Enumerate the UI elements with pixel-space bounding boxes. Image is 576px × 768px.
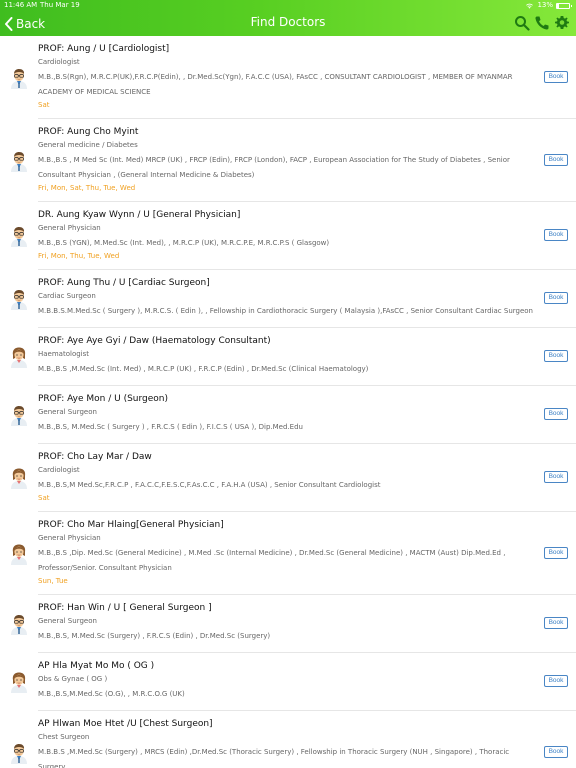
male-doctor-icon	[8, 742, 30, 764]
book-button[interactable]: Book	[544, 350, 568, 362]
doctor-row[interactable]: PROF: Cho Lay Mar / Daw Cardiologist M.B…	[11, 444, 576, 512]
doctor-qualifications: M.B.,B.S(Rgn), M.R.C.P(UK),F.R.C.P(Edin)…	[38, 73, 513, 96]
doctor-name: AP Hla Myat Mo Mo ( OG )	[38, 661, 155, 671]
doctor-row[interactable]: AP Hla Myat Mo Mo ( OG ) Obs & Gynae ( O…	[11, 653, 576, 711]
battery-percent: 13%	[537, 1, 553, 9]
doctor-name: PROF: Aye Aye Gyi / Daw (Haematology Con…	[38, 336, 271, 346]
doctor-row[interactable]: AP Hlwan Moe Htet /U [Chest Surgeon] Che…	[11, 711, 576, 768]
book-button[interactable]: Book	[544, 675, 568, 687]
doctor-qualifications: M.B.,B.S,M.Med.Sc (O.G), , M.R.C.O.G (UK…	[38, 690, 185, 698]
book-button[interactable]: Book	[544, 70, 568, 83]
search-button[interactable]	[514, 15, 530, 31]
doctor-row[interactable]: PROF: Aye Mon / U (Surgeon) General Surg…	[11, 386, 576, 444]
male-doctor-icon	[8, 404, 30, 426]
doctor-row[interactable]: PROF: Han Win / U [ General Surgeon ] Ge…	[11, 595, 576, 653]
female-doctor-icon	[8, 543, 30, 565]
doctor-name: PROF: Cho Mar Hlaing[General Physician]	[38, 520, 224, 530]
doctor-name: PROF: Han Win / U [ General Surgeon ]	[38, 603, 212, 613]
doctor-qualifications: M.B.,B.S (YGN), M.Med.Sc (Int. Med), , M…	[38, 239, 330, 247]
book-button[interactable]: Book	[544, 745, 568, 758]
status-date: Thu Mar 19	[40, 1, 80, 9]
male-doctor-icon	[8, 288, 30, 310]
phone-icon	[535, 16, 549, 30]
female-doctor-icon	[8, 467, 30, 489]
doctor-row[interactable]: PROF: Aung Cho Myint General medicine / …	[11, 119, 576, 202]
male-doctor-icon	[8, 613, 30, 635]
doctor-days: Fri, Mon, Sat, Thu, Tue, Wed	[38, 184, 136, 192]
nav-actions	[514, 15, 570, 31]
doctor-name: PROF: Aye Mon / U (Surgeon)	[38, 394, 169, 404]
doctor-days: Sun, Tue	[38, 577, 68, 585]
gear-icon	[555, 16, 569, 29]
doctor-list: PROF: Aung / U [Cardiologist] Cardiologi…	[0, 36, 576, 768]
female-doctor-icon	[8, 346, 30, 368]
doctor-name: PROF: Cho Lay Mar / Daw	[38, 452, 152, 462]
doctor-specialty: Cardiac Surgeon	[38, 292, 96, 300]
male-doctor-icon	[8, 67, 30, 89]
male-doctor-icon	[8, 225, 30, 247]
doctor-row[interactable]: PROF: Aye Aye Gyi / Daw (Haematology Con…	[11, 328, 576, 386]
doctor-days: Sat	[38, 494, 50, 502]
doctor-name: DR. Aung Kyaw Wynn / U [General Physicia…	[38, 210, 241, 220]
doctor-specialty: General Surgeon	[38, 408, 97, 416]
female-doctor-icon	[8, 671, 30, 693]
status-right: 13%	[525, 0, 572, 11]
doctor-name: PROF: Aung Cho Myint	[38, 127, 139, 137]
doctor-row[interactable]: PROF: Aung Thu / U [Cardiac Surgeon] Car…	[11, 270, 576, 328]
call-button[interactable]	[534, 15, 550, 31]
doctor-name: PROF: Aung / U [Cardiologist]	[38, 44, 170, 54]
doctor-name: PROF: Aung Thu / U [Cardiac Surgeon]	[38, 278, 210, 288]
doctor-qualifications: M.B.,B.S, M.Med.Sc ( Surgery ) , F.R.C.S…	[38, 423, 303, 431]
doctor-specialty: Haematologist	[38, 350, 90, 358]
book-button[interactable]: Book	[544, 153, 568, 166]
book-button[interactable]: Book	[544, 292, 568, 304]
search-icon	[515, 16, 530, 31]
book-button[interactable]: Book	[544, 471, 568, 483]
doctor-qualifications: M.B.,B.S, M.Med.Sc (Surgery) , F.R.C.S (…	[38, 632, 271, 640]
male-doctor-icon	[8, 150, 30, 172]
book-button[interactable]: Book	[544, 617, 568, 629]
doctor-row[interactable]: PROF: Cho Mar Hlaing[General Physician] …	[11, 512, 576, 595]
battery-icon	[556, 2, 572, 9]
doctor-qualifications: M.B.,B.S , M Med Sc (Int. Med) MRCP (UK)…	[38, 156, 510, 179]
settings-button[interactable]	[554, 15, 570, 31]
doctor-row[interactable]: PROF: Aung / U [Cardiologist] Cardiologi…	[11, 36, 576, 119]
top-bar: 11:46 AM Thu Mar 19 13% Back Find Doctor…	[0, 0, 576, 36]
doctor-specialty: General Physician	[38, 224, 101, 232]
doctor-qualifications: M.B.B.S.M.Med.Sc ( Surgery ), M.R.C.S. (…	[38, 307, 533, 315]
status-bar: 11:46 AM Thu Mar 19 13%	[0, 0, 576, 11]
book-button[interactable]: Book	[544, 229, 568, 241]
doctor-specialty: Cardiologist	[38, 466, 80, 474]
doctor-name: AP Hlwan Moe Htet /U [Chest Surgeon]	[38, 719, 213, 729]
doctor-days: Sat	[38, 101, 50, 109]
navigation-bar: Back Find Doctors	[0, 11, 576, 36]
doctor-specialty: Chest Surgeon	[38, 733, 90, 741]
doctor-qualifications: M.B.,B.S ,M.Med.Sc (Int. Med) , M.R.C.P …	[38, 365, 369, 373]
page-title: Find Doctors	[250, 15, 326, 29]
status-time: 11:46 AM	[4, 1, 38, 9]
doctor-specialty: General medicine / Diabetes	[38, 141, 138, 149]
wifi-icon	[526, 3, 534, 9]
doctor-specialty: General Physician	[38, 534, 101, 542]
book-button[interactable]: Book	[544, 408, 568, 420]
doctor-specialty: Obs & Gynae ( OG )	[38, 675, 108, 683]
doctor-specialty: Cardiologist	[38, 58, 80, 66]
book-button[interactable]: Book	[544, 546, 568, 559]
doctor-qualifications: M.B.,B.S ,Dip. Med.Sc (General Medicine)…	[38, 549, 506, 572]
doctor-qualifications: M.B.,B.S,M Med.Sc,F.R.C.P , F.A.C.C,F.E.…	[38, 481, 381, 489]
doctor-days: Fri, Mon, Thu, Tue, Wed	[38, 252, 120, 260]
doctor-specialty: General Surgeon	[38, 617, 97, 625]
doctor-row[interactable]: DR. Aung Kyaw Wynn / U [General Physicia…	[11, 202, 576, 270]
doctor-qualifications: M.B.B.S ,M.Med.Sc (Surgery) , MRCS (Edin…	[38, 748, 510, 768]
